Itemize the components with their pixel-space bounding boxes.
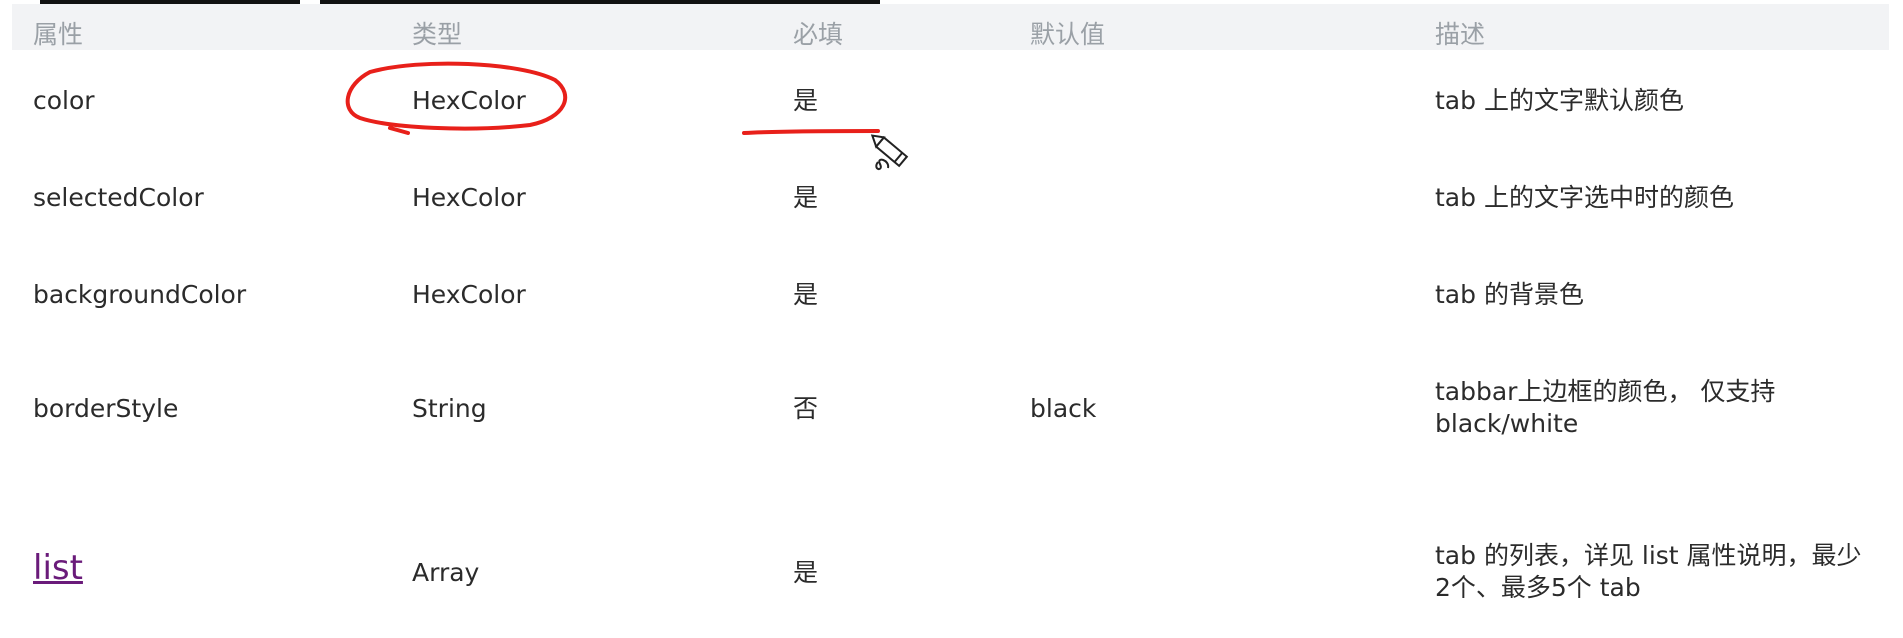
header-required: 必填 — [793, 20, 844, 49]
desc-cell: tab 的背景色 — [1435, 280, 1584, 309]
required-cell: 是 — [793, 183, 819, 212]
desc-cell: tab 上的文字选中时的颜色 — [1435, 183, 1734, 212]
attr-cell: borderStyle — [33, 394, 179, 423]
pencil-squiggle — [875, 158, 890, 170]
red-underline-annotation — [742, 129, 880, 135]
table-header: 属性 类型 必填 默认值 描述 — [12, 4, 1889, 50]
type-cell: HexColor — [412, 280, 526, 309]
type-cell: String — [412, 394, 487, 423]
attr-cell: backgroundColor — [33, 280, 247, 309]
header-type: 类型 — [412, 20, 463, 49]
type-cell: HexColor — [412, 86, 526, 115]
header-default: 默认值 — [1030, 20, 1106, 49]
default-cell: black — [1030, 394, 1097, 423]
required-cell: 否 — [793, 394, 819, 423]
required-cell: 是 — [793, 280, 819, 309]
desc-cell: tab 上的文字默认颜色 — [1435, 86, 1684, 115]
pencil-cursor-icon — [870, 134, 909, 168]
attr-cell: color — [33, 86, 95, 115]
required-cell: 是 — [793, 86, 819, 115]
attr-cell: selectedColor — [33, 183, 204, 212]
list-link[interactable]: list — [33, 551, 83, 585]
header-desc: 描述 — [1435, 20, 1486, 49]
desc-cell: tabbar上边框的颜色， 仅支持 black/white — [1435, 377, 1776, 438]
header-attr: 属性 — [33, 20, 84, 49]
type-cell: Array — [412, 558, 480, 587]
type-cell: HexColor — [412, 183, 526, 212]
desc-cell: tab 的列表，详见 list 属性说明，最少2个、最多5个 tab — [1435, 541, 1862, 602]
required-cell: 是 — [793, 558, 819, 587]
